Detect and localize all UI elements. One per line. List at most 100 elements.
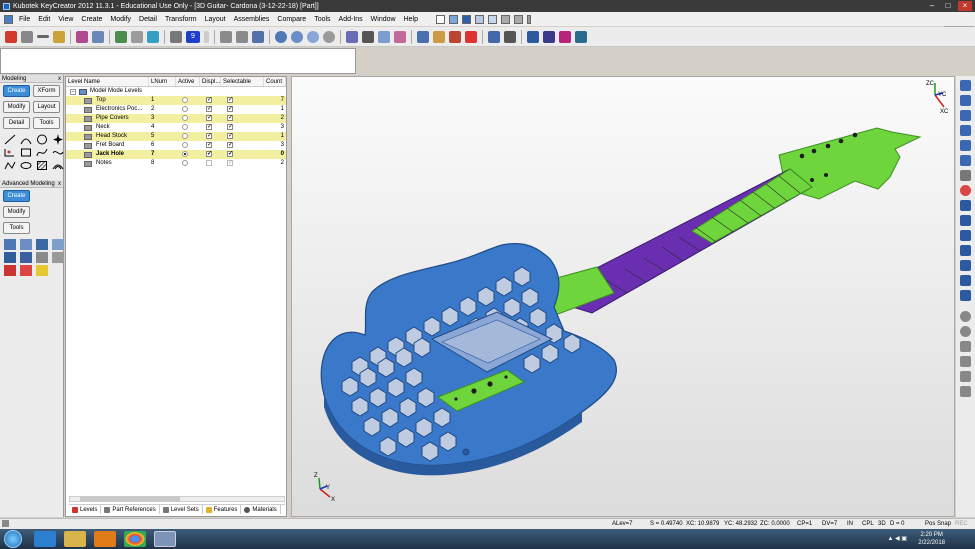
tab-features[interactable]: Features [203, 505, 242, 514]
media-player-taskbar-icon[interactable] [94, 531, 116, 547]
view-front-button-icon[interactable] [960, 110, 971, 121]
light-icon[interactable] [504, 30, 516, 43]
level-row[interactable]: Neck 4 ✓ ✓ 3 [66, 123, 286, 132]
view-top-icon[interactable] [362, 30, 374, 43]
col-lnum[interactable]: LNum [149, 77, 176, 86]
rotate-icon[interactable] [275, 30, 287, 43]
magenta-icon[interactable] [559, 30, 571, 43]
menu-edit[interactable]: Edit [34, 16, 54, 23]
triangle-icon[interactable] [21, 30, 33, 43]
pattern-icon[interactable] [36, 265, 48, 276]
menu-help[interactable]: Help [400, 16, 422, 23]
axis-x-icon[interactable] [960, 200, 971, 211]
menu-transform[interactable]: Transform [161, 16, 201, 23]
minimize-button[interactable]: – [925, 1, 939, 11]
view-top-button-icon[interactable] [960, 95, 971, 106]
menu-view[interactable]: View [54, 16, 77, 23]
menu-tools[interactable]: Tools [310, 16, 334, 23]
level-dropdown-icon[interactable] [204, 30, 209, 43]
advanced-create-button[interactable]: Create [3, 190, 30, 202]
cut-icon[interactable] [500, 14, 510, 24]
axis-custom-icon[interactable] [960, 290, 971, 301]
root-level-node[interactable]: – Model Mode Levels [66, 87, 286, 96]
wireframe-icon[interactable] [465, 30, 477, 43]
extrude-icon[interactable] [4, 239, 16, 250]
level-icon[interactable] [170, 30, 182, 43]
selectable-checkbox[interactable]: ✓ [227, 106, 233, 112]
color-icon[interactable] [147, 30, 159, 43]
status-snap[interactable]: Pos Snap [925, 519, 951, 529]
shell-icon[interactable] [4, 252, 16, 263]
hidden-icon[interactable] [449, 30, 461, 43]
active-radio[interactable] [182, 133, 188, 139]
status-in[interactable]: IN [847, 519, 853, 529]
measure-icon[interactable] [220, 30, 232, 43]
rotate-view-icon[interactable] [960, 185, 971, 196]
verify-icon[interactable] [236, 30, 248, 43]
chrome-taskbar-icon[interactable] [124, 531, 146, 547]
active-radio[interactable] [182, 160, 188, 166]
active-radio[interactable] [182, 151, 188, 157]
pan-icon[interactable] [291, 30, 303, 43]
open-file-icon[interactable] [448, 14, 458, 24]
display-checkbox[interactable]: ✓ [206, 115, 212, 121]
display-checkbox[interactable]: ✓ [206, 151, 212, 157]
curve-tool-icon[interactable] [52, 147, 64, 158]
display-checkbox[interactable]: ✓ [206, 133, 212, 139]
pan-view-icon[interactable] [960, 356, 971, 367]
detail-button[interactable]: Detail [3, 117, 30, 129]
menu-file[interactable]: File [15, 16, 34, 23]
hatch-tool-icon[interactable] [36, 160, 48, 171]
axis-neg-z-icon[interactable] [960, 275, 971, 286]
print-icon[interactable] [474, 14, 484, 24]
tab-levels[interactable]: Levels [69, 505, 102, 514]
levels-scrollbar[interactable] [69, 496, 285, 502]
scrollbar-thumb[interactable] [80, 497, 180, 501]
display-checkbox[interactable] [206, 160, 212, 166]
tools-button[interactable]: Tools [33, 117, 60, 129]
explorer-taskbar-icon[interactable] [64, 531, 86, 547]
menu-detail[interactable]: Detail [135, 16, 161, 23]
sphere-icon[interactable] [92, 30, 104, 43]
menu-create[interactable]: Create [77, 16, 106, 23]
axis-z-icon[interactable] [960, 230, 971, 241]
level-row[interactable]: Head Stock 5 ✓ ✓ 1 [66, 132, 286, 141]
network-icon[interactable] [575, 30, 587, 43]
curve-icon[interactable] [252, 30, 264, 43]
layer-icon[interactable] [115, 30, 127, 43]
rectangle-tool-icon[interactable] [20, 147, 32, 158]
menu-layout[interactable]: Layout [201, 16, 230, 23]
system-tray[interactable]: ▲ ◀ ▣ [887, 535, 907, 542]
menu-add-ins[interactable]: Add-Ins [335, 16, 367, 23]
view-front-icon[interactable] [346, 30, 358, 43]
paste-icon[interactable] [526, 14, 531, 24]
blend-icon[interactable] [36, 252, 48, 263]
view-right-icon[interactable] [394, 30, 406, 43]
display-checkbox[interactable]: ✓ [206, 124, 212, 130]
fit-icon[interactable] [323, 30, 335, 43]
active-radio[interactable] [182, 124, 188, 130]
shield-icon[interactable] [527, 30, 539, 43]
arc-tool-icon[interactable] [20, 134, 32, 145]
level-row[interactable]: Electronics Poc... 2 ✓ ✓ 1 [66, 105, 286, 114]
keycreator-taskbar-icon[interactable] [154, 531, 176, 547]
active-radio[interactable] [182, 97, 188, 103]
clock[interactable]: 2:20 PM 2/22/2018 [918, 531, 945, 547]
menu-modify[interactable]: Modify [106, 16, 135, 23]
modeling-panel-close-button[interactable]: x [58, 75, 61, 83]
col-level-name[interactable]: Level Name [66, 77, 149, 86]
col-count[interactable]: Count [264, 77, 286, 86]
level-row[interactable]: Pipe Covers 3 ✓ ✓ 2 [66, 114, 286, 123]
xform-button[interactable]: XForm [33, 85, 60, 97]
active-radio[interactable] [182, 106, 188, 112]
split-icon[interactable] [20, 265, 32, 276]
box-icon[interactable] [53, 30, 65, 43]
maximize-button[interactable]: □ [941, 1, 955, 11]
solid-icon[interactable] [76, 30, 88, 43]
layout-button[interactable]: Layout [33, 101, 60, 113]
tab-part-references[interactable]: Part References [101, 505, 160, 514]
zoom-all-icon[interactable] [960, 371, 971, 382]
zoom-in-icon[interactable] [960, 311, 971, 322]
tab-materials[interactable]: Materials [241, 505, 281, 514]
view-back-button-icon[interactable] [960, 140, 971, 151]
